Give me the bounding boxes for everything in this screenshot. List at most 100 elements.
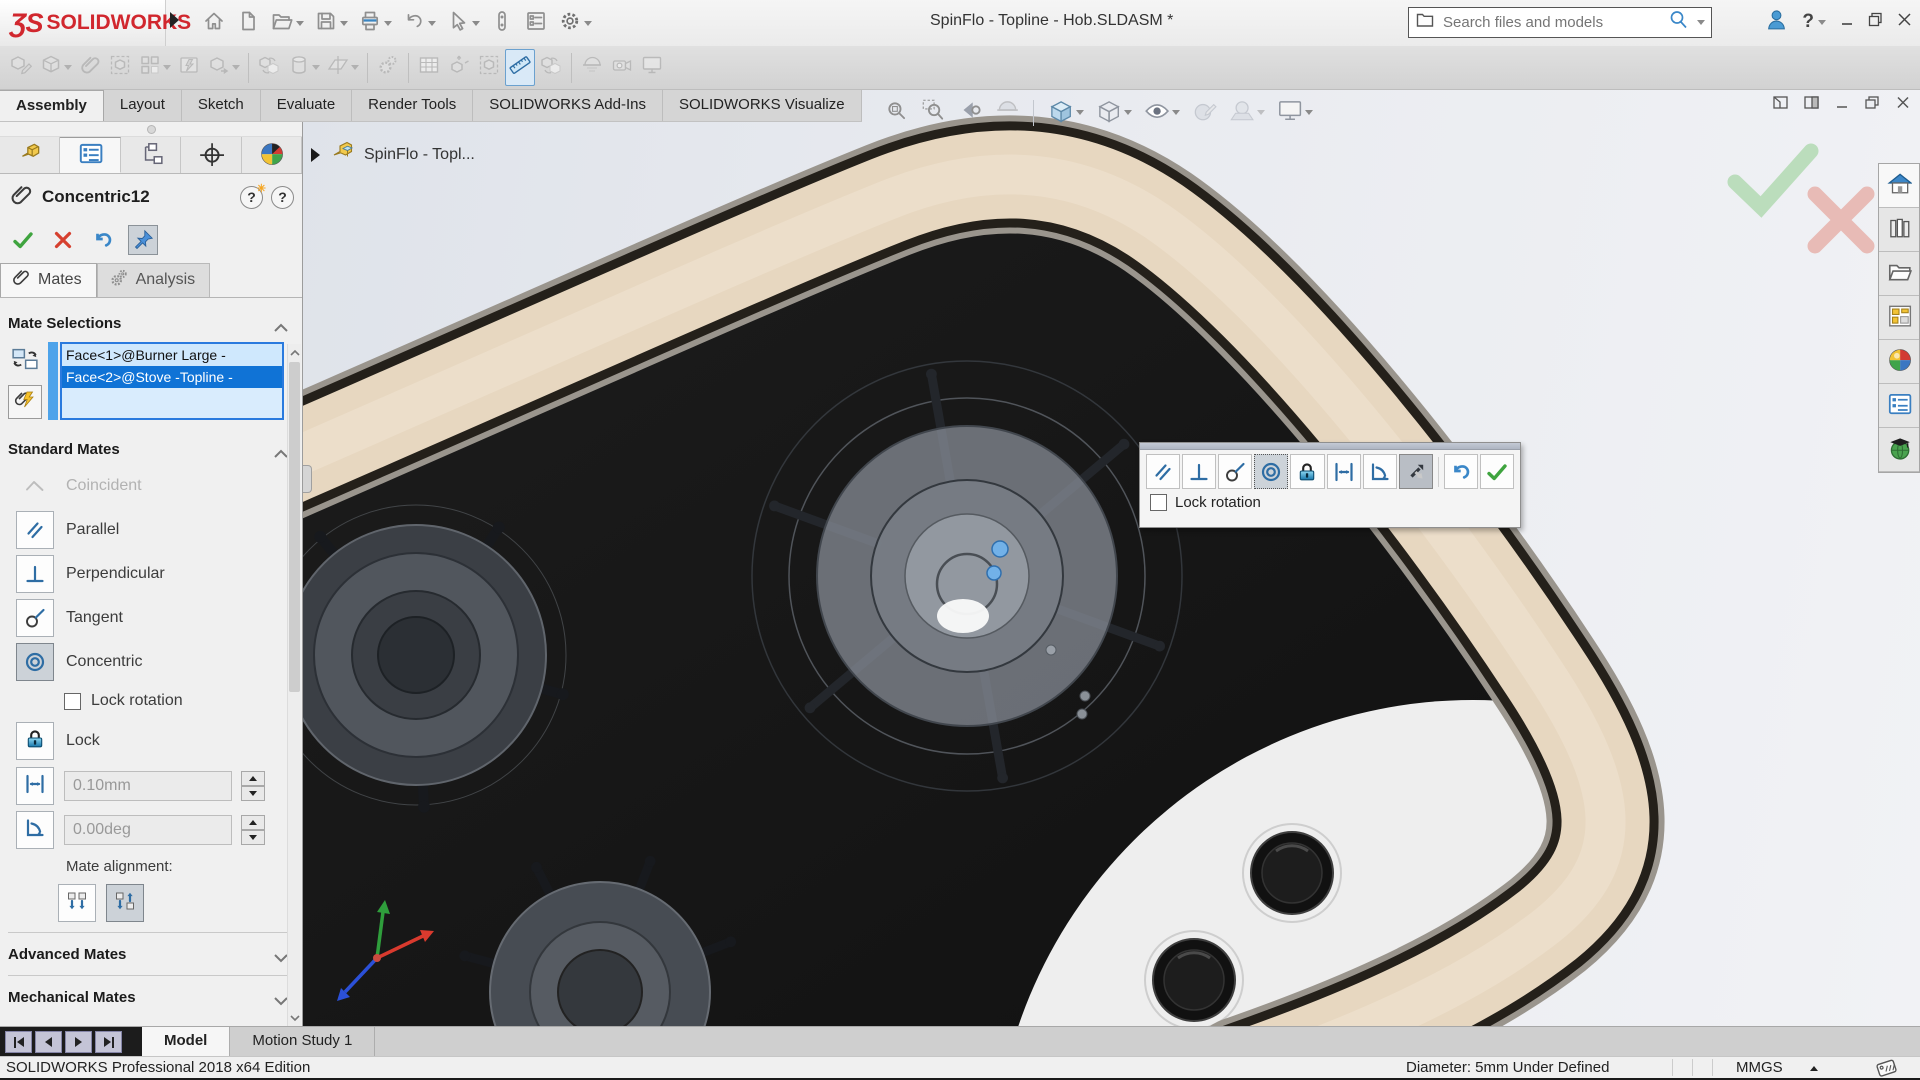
tab-sketch[interactable]: Sketch <box>182 90 261 121</box>
section-view-button[interactable] <box>578 50 606 85</box>
search-input[interactable] <box>1441 13 1662 32</box>
show-hidden-components-button[interactable] <box>255 50 283 85</box>
camera-button[interactable] <box>608 50 636 85</box>
tab-motion-study-1[interactable]: Motion Study 1 <box>230 1027 375 1057</box>
expand-chevron-icon[interactable] <box>274 993 288 1002</box>
concentric-button[interactable] <box>1254 454 1288 489</box>
tab-configuration-manager[interactable] <box>121 137 181 173</box>
insert-components-button[interactable] <box>37 50 74 85</box>
first-tab-button[interactable] <box>5 1031 32 1053</box>
ok-button[interactable] <box>1480 454 1514 489</box>
reference-geometry-caret-icon[interactable] <box>351 65 359 70</box>
lock-rotation-checkbox[interactable] <box>1150 494 1167 511</box>
user-account-icon[interactable] <box>1765 8 1788 36</box>
print-button[interactable] <box>356 7 394 40</box>
open-button[interactable] <box>268 7 306 40</box>
scrollbar-thumb[interactable] <box>289 362 300 692</box>
undo-button[interactable] <box>88 225 118 255</box>
display-style-button[interactable] <box>1093 95 1134 130</box>
restore-button[interactable] <box>1868 12 1883 32</box>
help-icon[interactable]: ? <box>271 186 294 209</box>
taskpane-3d-content-central-button[interactable] <box>1879 340 1919 384</box>
lock-mate-button[interactable] <box>16 722 54 760</box>
new-document-button[interactable] <box>234 7 262 40</box>
angle-button[interactable] <box>1363 454 1397 489</box>
aligned-button[interactable] <box>58 884 96 922</box>
hob-3d-model[interactable] <box>303 90 1920 1026</box>
exploded-view-button[interactable] <box>445 50 473 85</box>
advanced-mates-header[interactable]: Advanced Mates <box>0 939 302 969</box>
mass-properties-button[interactable] <box>537 50 565 85</box>
context-toolbar-grip[interactable] <box>1140 443 1520 450</box>
breadcrumb-label[interactable]: SpinFlo - Topl... <box>364 146 475 164</box>
measure-button[interactable] <box>505 49 535 86</box>
close-button[interactable] <box>1897 12 1912 32</box>
assembly-features-caret-icon[interactable] <box>312 65 320 70</box>
mate-selection-item[interactable]: Face<1>@Burner Large - <box>62 344 282 366</box>
tab-dimxpert-manager[interactable] <box>181 137 241 173</box>
tangent-mate-button[interactable] <box>16 599 54 637</box>
collapse-chevron-icon[interactable] <box>274 319 288 328</box>
bill-of-materials-button[interactable] <box>415 50 443 85</box>
hide-show-items-caret-icon[interactable] <box>1172 110 1180 115</box>
perpendicular-button[interactable] <box>1182 454 1216 489</box>
view-settings-caret-icon[interactable] <box>1305 110 1313 115</box>
mechanical-mates-header[interactable]: Mechanical Mates <box>0 982 302 1012</box>
linear-component-pattern-button[interactable] <box>136 50 173 85</box>
parallel-button[interactable] <box>1146 454 1180 489</box>
tab-mates[interactable]: Mates <box>0 263 97 297</box>
mate-selections-list[interactable]: Face<1>@Burner Large -Face<2>@Stove -Top… <box>60 342 284 420</box>
print-caret-icon[interactable] <box>384 21 392 26</box>
options-gear-caret-icon[interactable] <box>584 21 592 26</box>
undo-button[interactable] <box>400 7 438 40</box>
options-list-button[interactable] <box>522 7 550 40</box>
viewport-close-icon[interactable] <box>1896 96 1910 112</box>
lock-button[interactable] <box>1290 454 1324 489</box>
distance-field[interactable]: 0.10mm <box>64 771 232 801</box>
search-scope-folder-icon[interactable] <box>1415 10 1435 35</box>
mate-selections-header[interactable]: Mate Selections <box>0 308 302 338</box>
linear-component-pattern-caret-icon[interactable] <box>163 65 171 70</box>
tab-display-manager[interactable] <box>242 137 302 173</box>
tab-feature-manager[interactable] <box>0 137 60 173</box>
move-component-button[interactable] <box>205 50 242 85</box>
whats-new-help-icon[interactable]: ?✳ <box>240 186 263 209</box>
pin-button[interactable] <box>128 225 158 255</box>
anti-aligned-button[interactable] <box>106 884 144 922</box>
tab-layout[interactable]: Layout <box>104 90 182 121</box>
distance-button[interactable] <box>1327 454 1361 489</box>
undo-caret-icon[interactable] <box>428 21 436 26</box>
tab-model[interactable]: Model <box>142 1027 230 1057</box>
minimize-button[interactable] <box>1840 13 1854 32</box>
search-options-caret-icon[interactable] <box>1697 20 1705 25</box>
distance-mate-button[interactable] <box>16 767 54 805</box>
distance-spinner[interactable] <box>241 771 265 801</box>
view-settings-button[interactable] <box>1274 95 1315 130</box>
search-box[interactable] <box>1408 7 1712 38</box>
display-style-caret-icon[interactable] <box>1124 110 1132 115</box>
parallel-mate-button[interactable] <box>16 511 54 549</box>
concentric-mate-button[interactable] <box>16 643 54 681</box>
previous-view-button[interactable] <box>955 95 985 130</box>
instant3d-button[interactable] <box>475 50 503 85</box>
multiple-mate-mode-button[interactable] <box>8 385 42 419</box>
tangent-button[interactable] <box>1218 454 1252 489</box>
taskpane-open-documents-button[interactable] <box>1879 252 1919 296</box>
taskpane-custom-properties-button[interactable] <box>1879 384 1919 428</box>
dock-right-icon[interactable] <box>1804 96 1819 112</box>
select-caret-icon[interactable] <box>472 21 480 26</box>
tab-evaluate[interactable]: Evaluate <box>261 90 352 121</box>
menu-expand-arrow-icon[interactable] <box>170 12 179 28</box>
taskpane-knowledge-base-button[interactable] <box>1879 208 1919 252</box>
search-icon[interactable] <box>1668 9 1690 36</box>
standard-mates-header[interactable]: Standard Mates <box>0 434 302 464</box>
tab-render-tools[interactable]: Render Tools <box>352 90 473 121</box>
dock-left-icon[interactable] <box>1773 96 1788 112</box>
graphics-area[interactable]: SpinFlo - Topl... Lock rotation <box>303 90 1920 1026</box>
unit-system[interactable]: MMGS <box>1736 1059 1783 1076</box>
angle-mate-button[interactable] <box>16 811 54 849</box>
smart-fasteners-button[interactable] <box>175 50 203 85</box>
component-preview-window-button[interactable] <box>106 50 134 85</box>
tab-analysis[interactable]: Analysis <box>97 263 211 297</box>
previous-tab-button[interactable] <box>35 1031 62 1053</box>
